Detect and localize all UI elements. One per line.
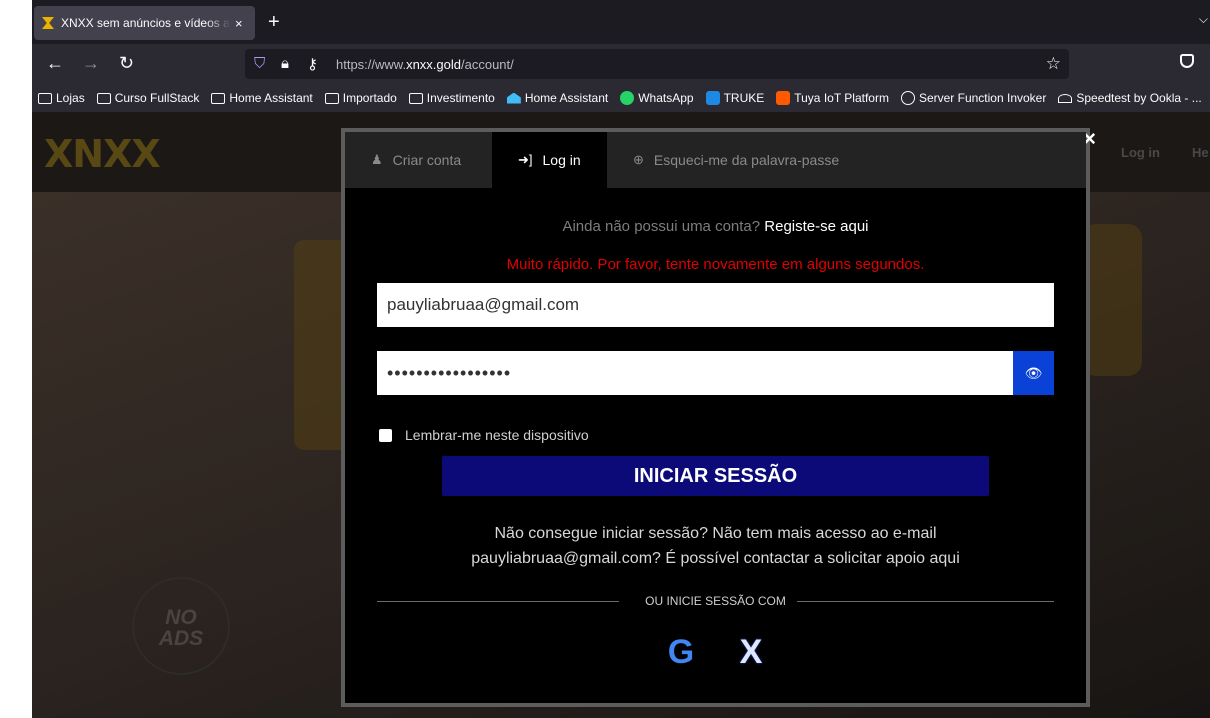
speedtest-icon: [1058, 93, 1073, 103]
browser-window: XNXX sem anúncios e vídeos ad × + ⌵ ← → …: [32, 0, 1210, 718]
list-tabs-icon[interactable]: ⌵: [1199, 12, 1208, 27]
login-submit-button[interactable]: INICIAR SESSÃO: [442, 456, 989, 496]
google-login-icon[interactable]: G: [661, 632, 701, 672]
pocket-icon[interactable]: [1180, 54, 1194, 68]
back-arrow-icon[interactable]: ←: [46, 52, 64, 74]
help-line-1: Não consegue iniciar sessão? Não tem mai…: [494, 525, 937, 542]
web-page: XNXX Log in He NO ADS × ♟ Criar conta ➜]…: [32, 112, 1210, 718]
tab-forgot-password[interactable]: ⊕ Esqueci-me da palavra-passe: [607, 132, 865, 188]
bookmark-star-icon[interactable]: ☆: [1046, 54, 1061, 74]
browser-tab[interactable]: XNXX sem anúncios e vídeos ad ×: [34, 6, 255, 40]
password-input[interactable]: [377, 351, 1013, 395]
help-text: Não consegue iniciar sessão? Não tem mai…: [345, 521, 1086, 571]
navigation-bar: ← → ↻ ⛉ 🔒︎ ⚷ https://www.xnxx.gold/accou…: [32, 44, 1210, 84]
key-icon[interactable]: ⚷: [307, 55, 318, 73]
bookmark-label: Importado: [342, 91, 397, 105]
tab-close-icon[interactable]: ×: [235, 16, 243, 31]
bookmark-label: Tuya IoT Platform: [794, 91, 889, 105]
bookmark-item[interactable]: WhatsApp: [620, 91, 694, 105]
bookmark-label: Speedtest by Ookla - ...: [1076, 91, 1202, 105]
tab-label: Esqueci-me da palavra-passe: [653, 152, 840, 168]
bookmark-label: Home Assistant: [524, 91, 609, 105]
bookmark-label: Curso FullStack: [114, 91, 200, 105]
bookmark-item[interactable]: Lojas: [38, 91, 85, 105]
tab-login[interactable]: ➜] Log in: [492, 132, 607, 188]
register-link[interactable]: Registe-se aqui: [764, 218, 868, 235]
bookmark-item[interactable]: Home Assistant: [211, 91, 313, 105]
whatsapp-icon: [620, 91, 635, 105]
divider-line: [797, 601, 1054, 602]
lifebuoy-icon: ⊕: [633, 152, 644, 167]
reload-icon[interactable]: ↻: [119, 52, 134, 74]
bookmark-item[interactable]: Server Function Invoker: [900, 91, 1047, 105]
remember-checkbox[interactable]: [379, 428, 392, 442]
remember-me[interactable]: Lembrar-me neste dispositivo: [379, 427, 589, 443]
folder-icon: [38, 92, 52, 104]
remember-label: Lembrar-me neste dispositivo: [405, 427, 589, 443]
tab-title: XNXX sem anúncios e vídeos ad: [61, 16, 231, 30]
or-login-with-divider: OU INICIE SESSÃO COM: [377, 594, 1054, 608]
forward-arrow-icon[interactable]: →: [82, 52, 100, 74]
new-tab-button[interactable]: +: [268, 10, 280, 34]
bookmark-label: WhatsApp: [638, 91, 694, 105]
bookmark-item[interactable]: Investimento: [408, 91, 495, 105]
bookmark-label: Investimento: [426, 91, 495, 105]
home-assistant-icon: [506, 92, 521, 104]
bookmark-label: Lojas: [56, 91, 85, 105]
register-prompt: Ainda não possui uma conta? Registe-se a…: [345, 218, 1086, 235]
bookmark-item[interactable]: TRUKE: [705, 91, 765, 105]
folder-icon: [324, 92, 339, 104]
email-field[interactable]: [377, 283, 1054, 327]
tab-label: Log in: [542, 152, 581, 168]
url-text[interactable]: https://www.xnxx.gold/account/: [336, 57, 514, 72]
sign-in-icon: ➜]: [518, 152, 533, 167]
register-prompt-text: Ainda não possui uma conta?: [562, 218, 761, 235]
bookmark-item[interactable]: Home Assistant: [506, 91, 609, 105]
tab-label: Criar conta: [392, 152, 462, 168]
bookmark-label: TRUKE: [723, 91, 765, 105]
show-password-eye-icon[interactable]: 👁︎: [1013, 351, 1054, 395]
modal-tabs: ♟ Criar conta ➜] Log in ⊕ Esqueci-me da …: [345, 132, 1086, 188]
x-login-icon[interactable]: X: [731, 632, 771, 672]
folder-icon: [96, 92, 111, 104]
lock-icon[interactable]: 🔒︎: [281, 55, 289, 72]
bookmark-item[interactable]: Curso FullStack: [96, 91, 200, 105]
bookmark-label: Server Function Invoker: [918, 91, 1047, 105]
error-message: Muito rápido. Por favor, tente novamente…: [506, 256, 925, 273]
tab-bar: XNXX sem anúncios e vídeos ad × + ⌵: [32, 0, 1210, 44]
bookmark-item[interactable]: Importado: [324, 91, 397, 105]
url-bar[interactable]: ⛉ 🔒︎ ⚷ https://www.xnxx.gold/account/ ☆: [245, 49, 1069, 79]
bookmark-item[interactable]: Speedtest by Ookla - ...: [1058, 91, 1202, 105]
site-favicon-icon: [42, 17, 54, 29]
email-input[interactable]: [377, 283, 1054, 327]
password-field[interactable]: 👁︎: [377, 351, 1054, 395]
folder-icon: [408, 92, 423, 104]
user-icon: ♟: [371, 152, 383, 167]
globe-icon: [900, 91, 915, 105]
tuya-icon: [776, 91, 791, 105]
help-line-2[interactable]: pauyliabruaa@gmail.com? É possível conta…: [345, 546, 1086, 571]
login-modal: × ♟ Criar conta ➜] Log in ⊕ Esqueci-me d…: [341, 128, 1096, 707]
folder-icon: [211, 92, 226, 104]
tracking-shield-icon[interactable]: ⛉: [254, 55, 265, 72]
tab-create-account[interactable]: ♟ Criar conta: [345, 132, 492, 188]
truke-icon: [705, 91, 720, 105]
bookmark-label: Home Assistant: [229, 91, 313, 105]
bookmark-item[interactable]: Tuya IoT Platform: [776, 91, 889, 105]
bookmarks-bar: Lojas Curso FullStack Home Assistant Import…: [32, 84, 1210, 112]
